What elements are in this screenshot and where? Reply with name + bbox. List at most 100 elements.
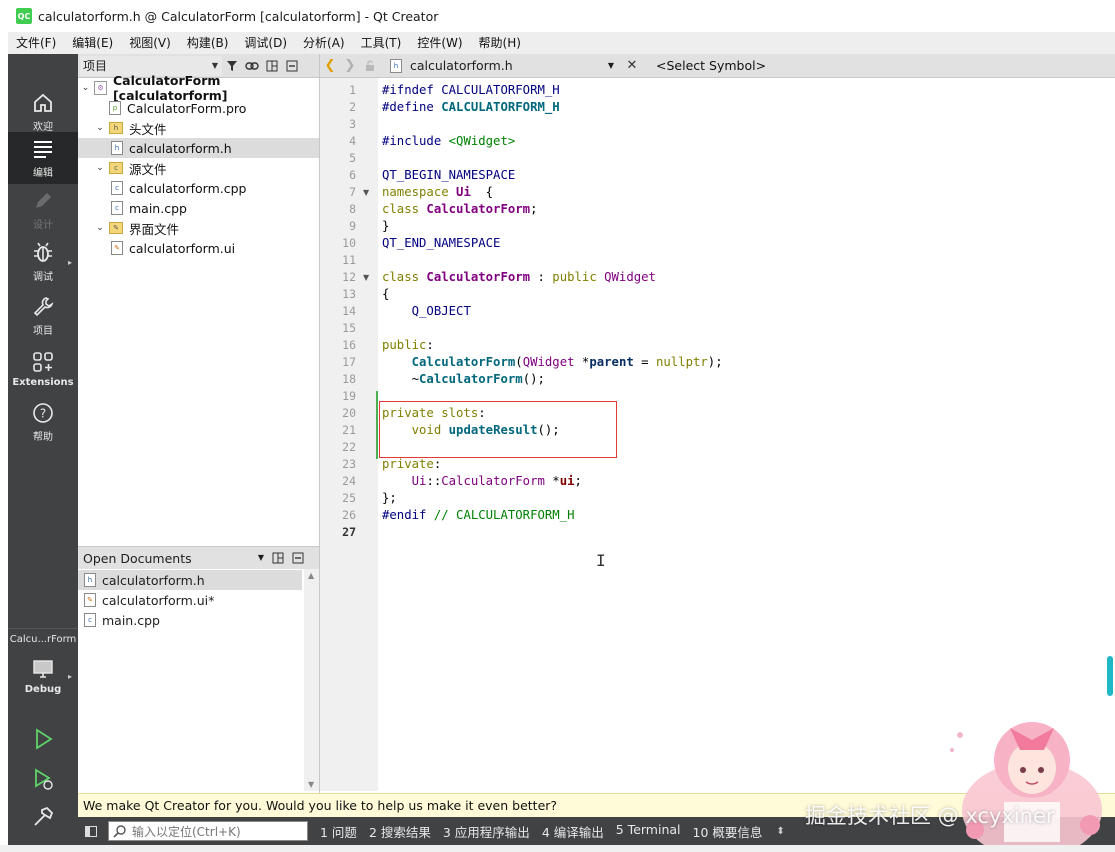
line-number: 23: [342, 457, 356, 471]
code-line: QT_END_NAMESPACE: [382, 235, 500, 252]
menu-item-0[interactable]: 文件(F): [8, 32, 64, 54]
tree-item[interactable]: c main.cpp: [78, 198, 320, 218]
open-documents-list: c main.cpp ✎ calculatorform.ui* h calculatorf…: [78, 569, 320, 791]
menu-item-5[interactable]: 分析(A): [295, 32, 353, 54]
ui-file-icon: ✎: [84, 593, 96, 607]
close-document-icon[interactable]: ✕: [622, 56, 642, 76]
code-token: CalculatorForm: [441, 474, 545, 488]
toggle-sidebar-button[interactable]: [78, 817, 104, 845]
tree-item[interactable]: ⌄ c 源文件: [78, 158, 320, 178]
code-token: };: [382, 491, 397, 505]
tree-item[interactable]: c calculatorform.cpp: [78, 178, 320, 198]
fold-marker-icon[interactable]: ▼: [363, 269, 369, 286]
line-number: 11: [342, 253, 356, 267]
line-number: 4: [349, 134, 356, 148]
project-tree: ⌄ ⚙ CalculatorForm [calculatorform] p Calcul…: [78, 73, 320, 544]
forward-arrow-icon[interactable]: ❯: [340, 56, 360, 76]
chevron-down-icon[interactable]: ⌄: [94, 223, 106, 233]
output-tab-2[interactable]: 3 应用程序输出: [443, 822, 530, 841]
code-token: );: [707, 355, 723, 369]
chevron-down-icon[interactable]: ▼: [308, 780, 314, 789]
wrench-icon: [33, 297, 54, 317]
code-token: Ui: [456, 185, 471, 199]
back-arrow-icon[interactable]: ❮: [320, 56, 340, 76]
tree-item[interactable]: h calculatorform.h: [78, 138, 320, 158]
locator-input[interactable]: 输入以定位(Ctrl+K): [108, 821, 308, 841]
code-token: parent: [589, 355, 634, 369]
tree-item[interactable]: ⌄ ⚙ CalculatorForm [calculatorform]: [78, 73, 320, 103]
chevron-down-icon[interactable]: ⌄: [94, 163, 106, 173]
tree-item[interactable]: ✎ calculatorform.ui: [78, 238, 320, 258]
more-panes-icon[interactable]: ⬍: [776, 826, 784, 837]
open-document-item[interactable]: ✎ calculatorform.ui*: [78, 590, 302, 610]
output-tab-1[interactable]: 2 搜索结果: [369, 822, 431, 841]
line-number: 19: [342, 389, 356, 403]
code-line: #define CALCULATORFORM_H: [382, 99, 560, 116]
split-icon[interactable]: [268, 548, 288, 568]
line-number: 16: [342, 338, 356, 352]
tree-item-label: CalculatorForm.pro: [127, 100, 247, 116]
open-documents-selector[interactable]: Open Documents ▼: [78, 551, 268, 566]
chevron-down-icon[interactable]: ⌄: [80, 83, 91, 93]
menu-item-1[interactable]: 编辑(E): [64, 32, 121, 54]
menu-item-2[interactable]: 视图(V): [121, 32, 179, 54]
code-token: ;: [530, 202, 538, 216]
mode-debug[interactable]: 调试 ▸: [8, 236, 78, 288]
code-line: class CalculatorForm : public QWidget: [382, 269, 656, 286]
tree-item[interactable]: p CalculatorForm.pro: [78, 98, 320, 118]
code-token: #endif: [382, 508, 434, 522]
h-file-icon: h: [111, 141, 123, 155]
code-line: {: [382, 286, 389, 303]
mode-projects[interactable]: 项目: [8, 290, 78, 342]
menu-item-4[interactable]: 调试(D): [236, 32, 295, 54]
symbol-selector[interactable]: <Select Symbol>: [656, 58, 766, 73]
line-number-gutter: 1 2 3 4 5 6 7 ▼ 8 9 10 11 12 ▼ 13 14 15 16 17 18 19 20 21 22 23 2…: [320, 78, 378, 791]
mode-extensions[interactable]: Extensions: [8, 343, 78, 395]
menu-item-8[interactable]: 帮助(H): [471, 32, 529, 54]
code-token: Ui: [411, 474, 427, 488]
output-tab-5[interactable]: 10 概要信息: [693, 822, 763, 841]
target-selector[interactable]: Debug ▸: [8, 650, 78, 702]
lock-icon[interactable]: [360, 56, 380, 76]
tree-item-label: 源文件: [129, 161, 167, 177]
mode-welcome[interactable]: 欢迎: [8, 86, 78, 138]
pro-file-icon: p: [109, 101, 121, 115]
mode-bar: 欢迎 编辑 设计 调试 ▸ 项目 Extensions ? 帮助 Calcu..…: [8, 78, 78, 845]
chevron-up-icon[interactable]: ▲: [308, 571, 314, 580]
close-panel-icon[interactable]: [288, 548, 308, 568]
tree-item[interactable]: ⌄ h 头文件: [78, 118, 320, 138]
build-button[interactable]: [8, 792, 78, 844]
window-title: calculatorform.h @ CalculatorForm [calcu…: [38, 8, 439, 24]
chevron-right-icon: ▸: [67, 672, 72, 681]
code-editor[interactable]: 1 2 3 4 5 6 7 ▼ 8 9 10 11 12 ▼ 13 14 15 16 17 18 19 20 21 22 23 2…: [320, 78, 1115, 791]
open-document-item[interactable]: c main.cpp: [78, 610, 302, 630]
mode-help[interactable]: ? 帮助: [8, 396, 78, 448]
line-number: 6: [349, 168, 356, 182]
output-tab-3[interactable]: 4 编译输出: [542, 822, 604, 841]
menu-item-7[interactable]: 控件(W): [409, 32, 470, 54]
line-number: 22: [342, 440, 356, 454]
output-tab-4[interactable]: 5 Terminal: [616, 822, 681, 841]
tree-item-label: calculatorform.cpp: [129, 180, 247, 196]
chevron-right-icon: ▸: [67, 258, 72, 267]
line-number: 3: [349, 117, 356, 131]
fold-marker-icon[interactable]: ▼: [363, 184, 369, 201]
mode-debug-label: 调试: [33, 272, 53, 283]
output-tab-0[interactable]: 1 问题: [320, 822, 357, 841]
title-bar: QC calculatorform.h @ CalculatorForm [ca…: [0, 0, 1115, 32]
open-document-item[interactable]: h calculatorform.h: [78, 570, 302, 590]
open-file-selector[interactable]: h calculatorform.h ▼: [386, 56, 618, 76]
tree-item[interactable]: ⌄ ✎ 界面文件: [78, 218, 320, 238]
chevron-down-icon[interactable]: ⌄: [94, 123, 106, 133]
line-number: 9: [349, 219, 356, 233]
help-icon: ?: [33, 403, 53, 423]
mode-design[interactable]: 设计: [8, 184, 78, 236]
open-documents-scrollbar[interactable]: ▲ ▼: [304, 569, 320, 791]
open-document-label: main.cpp: [102, 612, 160, 628]
mode-edit[interactable]: 编辑: [8, 132, 78, 184]
sidebar-toggle-icon: [85, 825, 97, 837]
line-number: 21: [342, 423, 356, 437]
menu-item-3[interactable]: 构建(B): [179, 32, 237, 54]
editor-toolbar: ❮ ❯ h calculatorform.h ▼ ✕ <Select Symbo…: [320, 54, 1115, 78]
menu-item-6[interactable]: 工具(T): [353, 32, 410, 54]
